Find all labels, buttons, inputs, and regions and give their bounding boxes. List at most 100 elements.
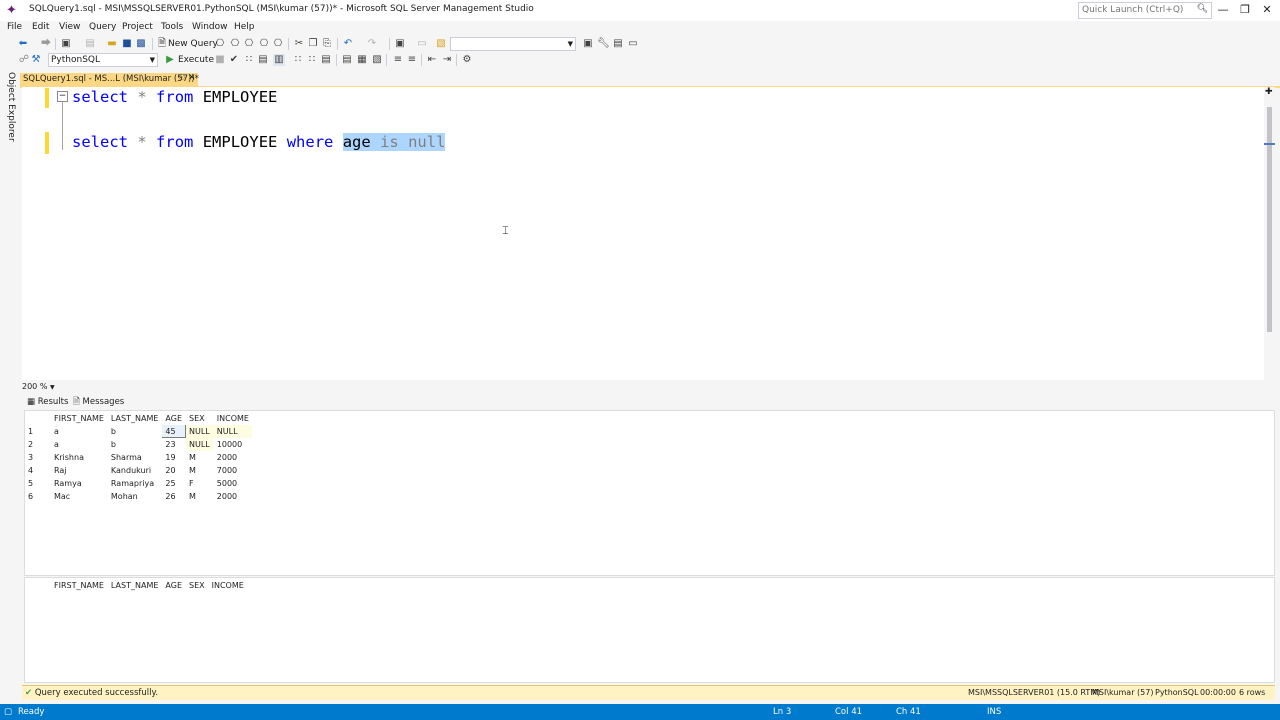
row-number[interactable]: 4: [26, 464, 51, 477]
table-row[interactable]: 5 Ramya Ramapriya 25 F 5000: [26, 477, 253, 490]
table-row[interactable]: 3 Krishna Sharma 19 M 2000: [26, 451, 253, 464]
grid-cell[interactable]: M: [186, 464, 214, 477]
menu-window[interactable]: Window: [192, 22, 228, 32]
paste-icon[interactable]: ⎘: [321, 38, 333, 50]
grid-cell-null[interactable]: NULL: [185, 437, 214, 451]
close-window-button[interactable]: ✕: [1256, 0, 1278, 21]
uncomment-icon[interactable]: ≡: [406, 54, 418, 66]
grid-cell[interactable]: b: [107, 425, 162, 438]
grid-cell[interactable]: M: [186, 490, 214, 503]
save-icon[interactable]: ■: [121, 38, 133, 50]
grid-cell-null[interactable]: NULL: [213, 424, 253, 438]
editor-vertical-scrollbar[interactable]: ✚: [1264, 87, 1275, 380]
grid-cell[interactable]: Mohan: [107, 490, 162, 503]
tab-results[interactable]: ▦ Results: [27, 396, 68, 409]
parse-icon[interactable]: ✔: [228, 54, 240, 66]
specify-values-icon[interactable]: ⚙: [461, 54, 473, 66]
query-editor[interactable]: [22, 87, 1264, 380]
comment-icon[interactable]: ≡: [392, 54, 404, 66]
xmla-query-icon[interactable]: ⎔: [258, 38, 270, 50]
row-number[interactable]: 1: [26, 425, 51, 438]
new-query-icon[interactable]: 🗎︎: [156, 38, 168, 50]
options-icon[interactable]: ▭: [627, 38, 639, 50]
table-row[interactable]: 1 a b 45 NULL NULL: [26, 424, 253, 438]
split-editor-icon[interactable]: ✚: [1265, 87, 1273, 97]
grid-cell[interactable]: 26: [162, 490, 186, 503]
grid-cell-null[interactable]: NULL: [185, 424, 214, 438]
code-line-1[interactable]: select * from EMPLOYEE: [72, 87, 277, 107]
database-selector[interactable]: PythonSQL ▼: [48, 53, 158, 67]
display-plan-icon[interactable]: ∷: [243, 54, 255, 66]
code-line-3[interactable]: select * from EMPLOYEE where age is null: [72, 132, 446, 152]
find-icon[interactable]: ▧: [435, 38, 447, 50]
restore-button[interactable]: ❐: [1234, 0, 1256, 21]
undo-icon[interactable]: ↶: [342, 38, 354, 50]
tab-messages[interactable]: 🗎︎ Messages: [73, 396, 124, 409]
grid-cell[interactable]: b: [107, 438, 162, 451]
include-plan-icon[interactable]: ∷: [292, 54, 304, 66]
row-number[interactable]: 3: [26, 451, 51, 464]
increase-indent-icon[interactable]: ⇥: [441, 54, 453, 66]
grid-cell[interactable]: F: [186, 477, 214, 490]
column-header[interactable]: FIRST_NAME: [51, 579, 108, 592]
zoom-level[interactable]: 200 % ▼: [22, 382, 60, 391]
menu-project[interactable]: Project: [122, 22, 153, 32]
column-header[interactable]: FIRST_NAME: [51, 412, 108, 425]
grid-cell[interactable]: 23: [162, 438, 186, 451]
forward-icon[interactable]: ⮕: [40, 38, 52, 50]
mdx-query-icon[interactable]: ⎔: [229, 38, 241, 50]
toolbox-icon[interactable]: ▤: [612, 38, 624, 50]
das-query-icon[interactable]: ⎔: [272, 38, 284, 50]
grid-cell[interactable]: a: [51, 438, 108, 451]
new-query-button[interactable]: New Query: [168, 39, 218, 49]
menu-help[interactable]: Help: [234, 22, 255, 32]
grid-cell[interactable]: Raj: [51, 464, 108, 477]
grid-cell-selected[interactable]: 45: [161, 424, 186, 438]
column-header[interactable]: AGE: [162, 412, 186, 425]
row-number[interactable]: 5: [26, 477, 51, 490]
row-number[interactable]: 6: [26, 490, 51, 503]
intellisense-icon[interactable]: ▥: [273, 54, 285, 66]
table-row[interactable]: 2 a b 23 NULL 10000: [26, 437, 253, 451]
column-header[interactable]: INCOME: [213, 412, 252, 425]
cut-icon[interactable]: ✂: [293, 38, 305, 50]
grid-cell[interactable]: Sharma: [107, 451, 162, 464]
execute-button[interactable]: Execute: [178, 55, 214, 65]
solution-explorer-icon[interactable]: ▣: [582, 38, 594, 50]
redo-icon[interactable]: ↷: [366, 38, 378, 50]
column-header[interactable]: SEX: [186, 412, 214, 425]
table-row[interactable]: 4 Raj Kandukuri 20 M 7000: [26, 464, 253, 477]
grid-cell[interactable]: 2000: [213, 490, 252, 503]
decrease-indent-icon[interactable]: ⇤: [426, 54, 438, 66]
results-to-text-icon[interactable]: ▤: [341, 54, 353, 66]
debug-icon[interactable]: ▣: [394, 38, 406, 50]
change-connection-icon[interactable]: ⚒: [30, 54, 42, 66]
grid-cell[interactable]: 2000: [213, 451, 252, 464]
copy-icon[interactable]: ❐: [307, 38, 319, 50]
open-folder-icon[interactable]: ▬: [106, 38, 118, 50]
column-header[interactable]: SEX: [186, 579, 209, 592]
menu-file[interactable]: File: [7, 22, 22, 32]
connect-icon[interactable]: ☍: [18, 54, 30, 66]
grid-cell[interactable]: Ramya: [51, 477, 108, 490]
dmx-query-icon[interactable]: ⎔: [243, 38, 255, 50]
collapse-region-icon[interactable]: −: [57, 91, 68, 102]
grid-cell[interactable]: 5000: [213, 477, 252, 490]
back-icon[interactable]: ⬅: [17, 38, 29, 50]
column-header[interactable]: LAST_NAME: [107, 579, 162, 592]
column-header[interactable]: LAST_NAME: [107, 412, 162, 425]
column-header[interactable]: INCOME: [208, 579, 247, 592]
new-project-icon[interactable]: ▣: [60, 38, 72, 50]
table-row[interactable]: 6 Mac Mohan 26 M 2000: [26, 490, 253, 503]
grid-cell[interactable]: Kandukuri: [107, 464, 162, 477]
scrollbar-thumb[interactable]: [1267, 107, 1272, 332]
client-stats-icon[interactable]: ▤: [320, 54, 332, 66]
menu-query[interactable]: Query: [89, 22, 116, 32]
minimize-button[interactable]: —: [1212, 0, 1234, 21]
row-number[interactable]: 2: [26, 438, 51, 451]
results-to-file-icon[interactable]: ▧: [371, 54, 383, 66]
execute-icon[interactable]: ▶: [164, 54, 176, 66]
results-grid-2[interactable]: FIRST_NAME LAST_NAME AGE SEX INCOME: [24, 577, 1275, 683]
menu-view[interactable]: View: [59, 22, 80, 32]
db-engine-query-icon[interactable]: ⎔: [214, 38, 226, 50]
